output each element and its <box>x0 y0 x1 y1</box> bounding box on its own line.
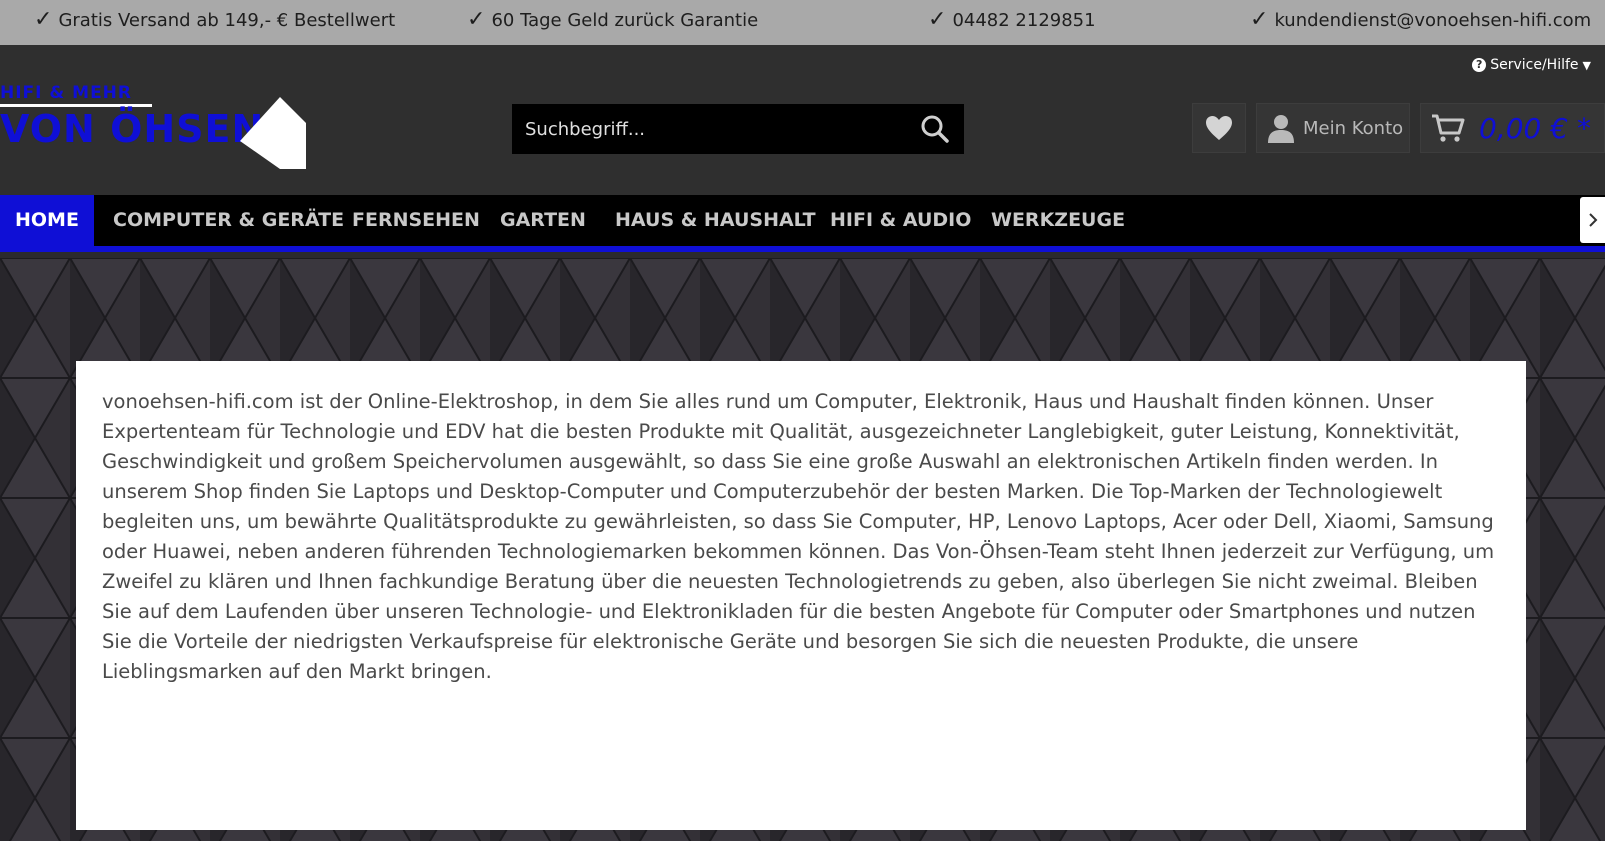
nav-item-computer-geraete[interactable]: COMPUTER & GERÄTE <box>113 195 344 246</box>
usp-label[interactable]: kundendienst@vonoehsen-hifi.com <box>1274 10 1591 31</box>
usp-email[interactable]: ✓ kundendienst@vonoehsen-hifi.com <box>1250 9 1591 31</box>
logo-wordmark: VON ÖHSEN <box>0 107 265 151</box>
search-input[interactable] <box>512 118 902 140</box>
usp-free-shipping: ✓ Gratis Versand ab 149,- € Bestellwert <box>34 9 395 31</box>
nav-scroll-right-button[interactable] <box>1580 197 1605 243</box>
checkmark-icon: ✓ <box>467 7 486 32</box>
main-navigation: HOME COMPUTER & GERÄTE FERNSEHEN GARTEN … <box>0 195 1605 252</box>
service-help-label: Service/Hilfe <box>1490 57 1579 73</box>
my-account-button[interactable]: Mein Konto <box>1256 103 1410 153</box>
cart-total: 0,00 € * <box>1479 111 1591 145</box>
site-logo[interactable]: HIFI & MEHR VON ÖHSEN <box>0 83 310 173</box>
wishlist-button[interactable] <box>1192 103 1246 153</box>
checkmark-icon: ✓ <box>34 7 53 32</box>
usp-label: Gratis Versand ab 149,- € Bestellwert <box>58 9 396 31</box>
nav-item-werkzeuge[interactable]: WERKZEUGE <box>991 195 1125 246</box>
service-help-menu[interactable]: ? Service/Hilfe ▼ <box>1472 57 1591 73</box>
search-icon[interactable] <box>920 114 950 144</box>
question-icon: ? <box>1472 58 1487 72</box>
checkmark-icon: ✓ <box>928 7 947 32</box>
logo-tagline: HIFI & MEHR <box>0 83 133 103</box>
site-header: ? Service/Hilfe ▼ HIFI & MEHR VON ÖHSEN … <box>0 45 1605 195</box>
intro-text-card: vonoehsen-hifi.com ist der Online-Elektr… <box>76 361 1526 830</box>
cart-icon <box>1432 114 1465 142</box>
nav-item-haus-haushalt[interactable]: HAUS & HAUSHALT <box>615 195 816 246</box>
user-icon <box>1268 115 1294 143</box>
nav-item-hifi-audio[interactable]: HIFI & AUDIO <box>830 195 971 246</box>
intro-paragraph: vonoehsen-hifi.com ist der Online-Elektr… <box>102 390 1495 683</box>
nav-item-garten[interactable]: GARTEN <box>500 195 586 246</box>
top-usp-bar: ✓ Gratis Versand ab 149,- € Bestellwert … <box>0 0 1605 45</box>
cart-button[interactable]: 0,00 € * <box>1420 103 1605 153</box>
my-account-label: Mein Konto <box>1303 117 1404 139</box>
logo-house-icon <box>240 97 306 169</box>
nav-item-fernsehen[interactable]: FERNSEHEN <box>352 195 480 246</box>
usp-money-back: ✓ 60 Tage Geld zurück Garantie <box>467 9 758 31</box>
search-bar <box>512 104 964 154</box>
usp-label: 60 Tage Geld zurück Garantie <box>491 9 759 31</box>
nav-item-home[interactable]: HOME <box>0 195 94 246</box>
usp-label[interactable]: 04482 2129851 <box>952 10 1095 31</box>
heart-icon <box>1206 116 1232 140</box>
usp-phone[interactable]: ✓ 04482 2129851 <box>928 9 1096 31</box>
chevron-right-icon <box>1588 213 1597 227</box>
chevron-down-icon: ▼ <box>1582 58 1591 72</box>
checkmark-icon: ✓ <box>1250 7 1269 32</box>
